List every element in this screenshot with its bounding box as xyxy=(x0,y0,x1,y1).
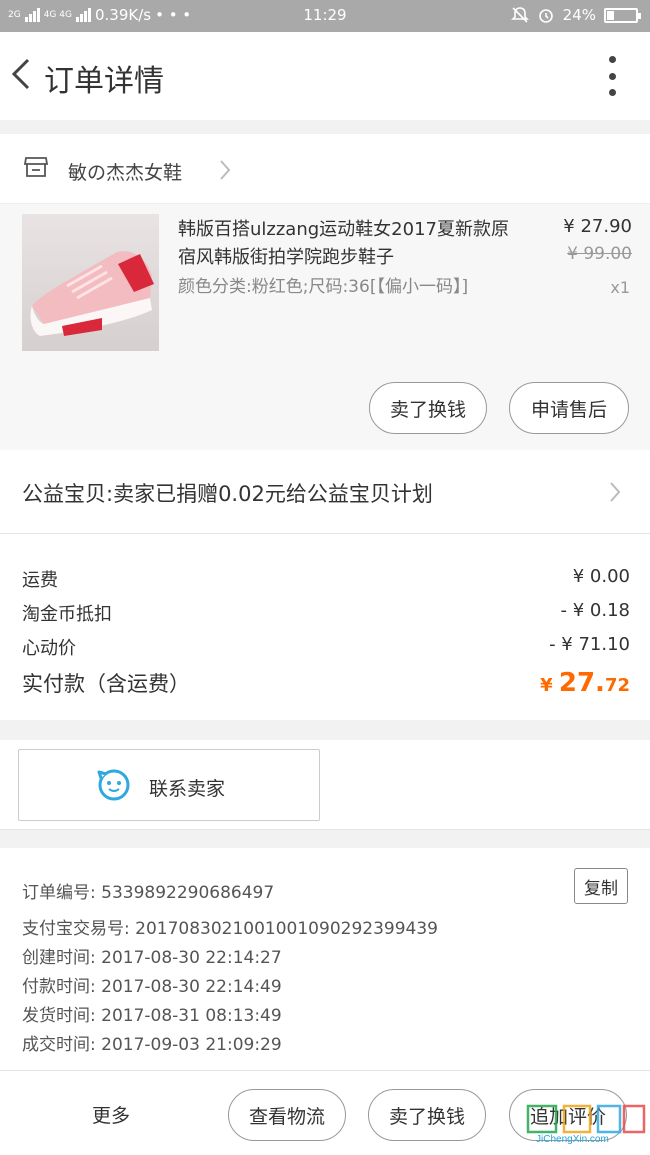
total-currency: ¥ xyxy=(540,675,559,696)
after-sale-button[interactable]: 申请售后 xyxy=(509,382,629,434)
battery-percent: 24% xyxy=(562,6,596,24)
charity-text: 公益宝贝:卖家已捐赠0.02元给公益宝贝计划 xyxy=(22,482,433,506)
mute-bell-icon xyxy=(510,7,529,23)
fee-label: 心动价 xyxy=(22,638,76,659)
product-price: ¥ 27.90 xyxy=(563,216,632,237)
copy-button[interactable]: 复制 xyxy=(574,868,628,904)
shipped-time: 发货时间: 2017-08-31 08:13:49 xyxy=(22,1006,282,1026)
paid-time: 付款时间: 2017-08-30 22:14:49 xyxy=(22,977,282,997)
order-number: 订单编号: 5339892290686497 xyxy=(22,883,275,903)
chevron-right-icon xyxy=(610,482,621,502)
fee-value: - ¥ 0.18 xyxy=(560,600,630,621)
contact-section: 联系卖家 xyxy=(0,740,650,830)
view-logistics-button[interactable]: 查看物流 xyxy=(228,1089,346,1141)
page-title: 订单详情 xyxy=(44,64,164,99)
fee-summary: 运费 ¥ 0.00 淘金币抵扣 - ¥ 0.18 心动价 - ¥ 71.10 实… xyxy=(0,534,650,720)
shop-name: 敏の杰杰女鞋 xyxy=(68,162,183,184)
product-quantity: x1 xyxy=(610,278,630,297)
chat-bubble-icon xyxy=(97,769,130,801)
back-arrow-icon[interactable] xyxy=(6,54,36,94)
original-price: ¥ 99.00 xyxy=(567,244,632,264)
nav-bar: 订单详情 xyxy=(0,32,650,120)
fee-row-coin-discount: 淘金币抵扣 - ¥ 0.18 xyxy=(22,600,630,626)
status-right: 24% xyxy=(510,6,641,24)
more-menu-icon[interactable] xyxy=(604,56,620,96)
watermark-glyphs xyxy=(526,1104,646,1134)
shop-row[interactable]: 敏の杰杰女鞋 xyxy=(0,134,650,204)
total-paid-row: 实付款（含运费） ¥ 27.72 xyxy=(22,668,630,698)
charity-row[interactable]: 公益宝贝:卖家已捐赠0.02元给公益宝贝计划 xyxy=(0,450,650,534)
product-image[interactable] xyxy=(22,214,159,351)
sell-item-button[interactable]: 卖了换钱 xyxy=(369,382,487,434)
fee-row-shipping: 运费 ¥ 0.00 xyxy=(22,566,630,592)
more-button[interactable]: 更多 xyxy=(92,1101,130,1128)
total-decimal: 72 xyxy=(604,675,630,696)
completed-time: 成交时间: 2017-09-03 21:09:29 xyxy=(22,1035,282,1055)
chevron-right-icon xyxy=(220,160,231,180)
sell-item-button-bottom[interactable]: 卖了换钱 xyxy=(368,1089,486,1141)
contact-seller-button[interactable]: 联系卖家 xyxy=(18,749,320,821)
shop-icon xyxy=(24,157,48,177)
fee-label: 淘金币抵扣 xyxy=(22,604,112,625)
product-title[interactable]: 韩版百搭ulzzang运动鞋女2017夏新款原宿风韩版街拍学院跑步鞋子 xyxy=(178,216,518,272)
total-amount: ¥ 27.72 xyxy=(540,668,630,698)
order-info: 订单编号: 5339892290686497 复制 支付宝交易号: 201708… xyxy=(0,848,650,1070)
battery-icon xyxy=(604,7,641,23)
fee-row-promo-price: 心动价 - ¥ 71.10 xyxy=(22,634,630,660)
created-time: 创建时间: 2017-08-30 22:14:27 xyxy=(22,948,282,968)
status-bar: 2G 4G 4G 0.39K/s • • • 11:29 24% xyxy=(0,0,650,32)
product-sku: 颜色分类:粉红色;尺码:36[【偏小一码】] xyxy=(178,277,469,297)
fee-label: 运费 xyxy=(22,570,58,591)
order-item[interactable]: 韩版百搭ulzzang运动鞋女2017夏新款原宿风韩版街拍学院跑步鞋子 颜色分类… xyxy=(0,204,650,450)
watermark-logo: JiChengXin.com xyxy=(524,1104,648,1152)
contact-seller-label: 联系卖家 xyxy=(149,778,226,800)
fee-value: ¥ 0.00 xyxy=(572,566,630,587)
alarm-icon xyxy=(538,9,553,23)
total-integer: 27. xyxy=(558,668,605,698)
fee-value: - ¥ 71.10 xyxy=(549,634,630,655)
alipay-trade-number: 支付宝交易号: 2017083021001001090292399439 xyxy=(22,919,438,939)
watermark-text: JiChengXin.com xyxy=(536,1134,609,1145)
battery-fill xyxy=(607,10,614,20)
total-label: 实付款（含运费） xyxy=(22,672,190,696)
